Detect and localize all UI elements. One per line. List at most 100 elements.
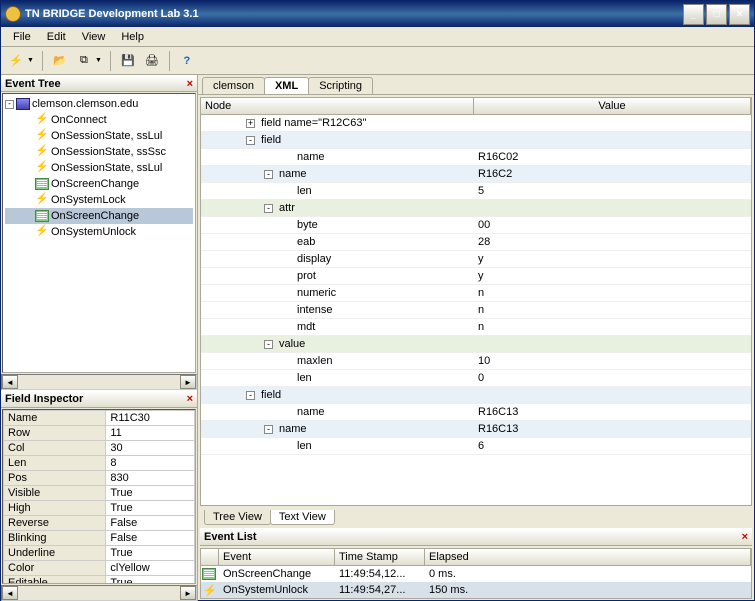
xml-tree-grid[interactable]: Node Value +field name="R12C63"-fieldnam… bbox=[200, 97, 752, 506]
collapse-icon[interactable]: - bbox=[264, 425, 273, 434]
save-tool-button[interactable]: 💾 bbox=[117, 50, 139, 72]
scroll-right-button[interactable]: ► bbox=[180, 375, 196, 389]
xml-row[interactable]: byte00 bbox=[201, 217, 751, 234]
menu-view[interactable]: View bbox=[74, 29, 114, 45]
xml-row[interactable]: -field bbox=[201, 387, 751, 404]
xml-row[interactable]: eab28 bbox=[201, 234, 751, 251]
xml-node-name: mdt bbox=[297, 321, 315, 333]
col-node[interactable]: Node bbox=[201, 98, 474, 114]
collapse-icon[interactable]: - bbox=[246, 136, 255, 145]
event-tree[interactable]: - clemson.clemson.edu OnConnectOnSession… bbox=[2, 93, 196, 373]
inspector-key: Color bbox=[4, 560, 106, 575]
tree-item[interactable]: OnSessionState, ssLul bbox=[5, 128, 193, 144]
close-panel-button[interactable]: × bbox=[187, 78, 193, 90]
xml-row[interactable]: len5 bbox=[201, 183, 751, 200]
help-tool-button[interactable]: ? bbox=[176, 50, 198, 72]
xml-row[interactable]: -value bbox=[201, 336, 751, 353]
field-inspector[interactable]: NameR11C30Row11Col30Len8Pos830VisibleTru… bbox=[2, 409, 196, 584]
tree-item[interactable]: OnSessionState, ssLul bbox=[5, 160, 193, 176]
xml-row[interactable]: +field name="R12C63" bbox=[201, 115, 751, 132]
minimize-button[interactable]: _ bbox=[683, 4, 704, 25]
tree-item[interactable]: OnScreenChange bbox=[5, 208, 193, 224]
menu-file[interactable]: File bbox=[5, 29, 39, 45]
app-icon bbox=[5, 6, 21, 22]
inspector-scrollbar[interactable]: ◄ ► bbox=[1, 585, 197, 601]
collapse-icon[interactable]: - bbox=[264, 204, 273, 213]
tab-clemson[interactable]: clemson bbox=[202, 77, 265, 94]
open-tool-button[interactable]: 📂 bbox=[49, 50, 71, 72]
tab-xml[interactable]: XML bbox=[264, 77, 309, 94]
tree-item[interactable]: OnConnect bbox=[5, 112, 193, 128]
collapse-icon[interactable]: - bbox=[264, 340, 273, 349]
tree-item[interactable]: OnSessionState, ssSsc bbox=[5, 144, 193, 160]
inspector-row[interactable]: Pos830 bbox=[4, 470, 195, 485]
doc-icon bbox=[202, 568, 216, 580]
xml-row[interactable]: displayy bbox=[201, 251, 751, 268]
collapse-icon[interactable]: - bbox=[246, 391, 255, 400]
print-tool-button[interactable]: 🖨 bbox=[141, 50, 163, 72]
tree-item[interactable]: OnScreenChange bbox=[5, 176, 193, 192]
doc-icon bbox=[35, 178, 49, 190]
inspector-row[interactable]: Col30 bbox=[4, 440, 195, 455]
xml-row[interactable]: intensen bbox=[201, 302, 751, 319]
xml-row[interactable]: mdtn bbox=[201, 319, 751, 336]
col-value[interactable]: Value bbox=[474, 98, 751, 114]
inspector-row[interactable]: UnderlineTrue bbox=[4, 545, 195, 560]
menu-edit[interactable]: Edit bbox=[39, 29, 74, 45]
xml-row[interactable]: proty bbox=[201, 268, 751, 285]
inspector-row[interactable]: Len8 bbox=[4, 455, 195, 470]
inspector-row[interactable]: EditableTrue bbox=[4, 575, 195, 584]
tree-item-label: OnSystemUnlock bbox=[51, 226, 136, 238]
tab-scripting[interactable]: Scripting bbox=[308, 77, 373, 94]
xml-row[interactable]: -field bbox=[201, 132, 751, 149]
dropdown-arrow-icon[interactable]: ▼ bbox=[27, 57, 36, 64]
event-list-row[interactable]: ⚡OnSystemUnlock11:49:54,27...150 ms. bbox=[201, 582, 751, 598]
xml-row[interactable]: len0 bbox=[201, 370, 751, 387]
close-panel-button[interactable]: × bbox=[187, 393, 193, 405]
tree-scrollbar[interactable]: ◄ ► bbox=[1, 374, 197, 390]
copy-tool-button[interactable]: ⧉ bbox=[73, 50, 95, 72]
tab-text-view[interactable]: Text View bbox=[270, 510, 335, 525]
xml-row[interactable]: -nameR16C2 bbox=[201, 166, 751, 183]
xml-row[interactable]: -attr bbox=[201, 200, 751, 217]
event-list[interactable]: Event Time Stamp Elapsed OnScreenChange1… bbox=[200, 548, 752, 599]
collapse-icon[interactable]: - bbox=[264, 170, 273, 179]
inspector-row[interactable]: Row11 bbox=[4, 425, 195, 440]
scroll-left-button[interactable]: ◄ bbox=[2, 586, 18, 600]
scroll-left-button[interactable]: ◄ bbox=[2, 375, 18, 389]
expand-icon[interactable]: + bbox=[246, 119, 255, 128]
dropdown-arrow-icon[interactable]: ▼ bbox=[95, 57, 104, 64]
inspector-row[interactable]: BlinkingFalse bbox=[4, 530, 195, 545]
col-event[interactable]: Event bbox=[219, 549, 335, 565]
xml-row[interactable]: len6 bbox=[201, 438, 751, 455]
inspector-key: Name bbox=[4, 410, 106, 425]
close-panel-button[interactable]: × bbox=[742, 531, 748, 543]
scroll-right-button[interactable]: ► bbox=[180, 586, 196, 600]
xml-row[interactable]: nameR16C02 bbox=[201, 149, 751, 166]
xml-row[interactable]: nameR16C13 bbox=[201, 404, 751, 421]
inspector-row[interactable]: HighTrue bbox=[4, 500, 195, 515]
xml-row[interactable]: numericn bbox=[201, 285, 751, 302]
xml-node-name: display bbox=[297, 253, 331, 265]
inspector-row[interactable]: NameR11C30 bbox=[4, 410, 195, 425]
bolt-icon bbox=[35, 114, 49, 126]
close-button[interactable]: × bbox=[729, 4, 750, 25]
xml-row[interactable]: maxlen10 bbox=[201, 353, 751, 370]
tree-item[interactable]: OnSystemLock bbox=[5, 192, 193, 208]
xml-row[interactable]: -nameR16C13 bbox=[201, 421, 751, 438]
tree-item[interactable]: OnSystemUnlock bbox=[5, 224, 193, 240]
tree-root[interactable]: - clemson.clemson.edu bbox=[5, 96, 193, 112]
xml-node-name: eab bbox=[297, 236, 315, 248]
inspector-row[interactable]: ColorclYellow bbox=[4, 560, 195, 575]
menu-help[interactable]: Help bbox=[113, 29, 152, 45]
collapse-icon[interactable]: - bbox=[5, 100, 14, 109]
inspector-row[interactable]: VisibleTrue bbox=[4, 485, 195, 500]
col-timestamp[interactable]: Time Stamp bbox=[335, 549, 425, 565]
inspector-row[interactable]: ReverseFalse bbox=[4, 515, 195, 530]
tab-tree-view[interactable]: Tree View bbox=[204, 510, 271, 525]
maximize-button[interactable]: □ bbox=[706, 4, 727, 25]
bolt-tool-button[interactable]: ⚡ bbox=[5, 50, 27, 72]
event-list-row[interactable]: OnScreenChange11:49:54,12...0 ms. bbox=[201, 566, 751, 582]
col-elapsed[interactable]: Elapsed bbox=[425, 549, 751, 565]
inspector-key: Col bbox=[4, 440, 106, 455]
